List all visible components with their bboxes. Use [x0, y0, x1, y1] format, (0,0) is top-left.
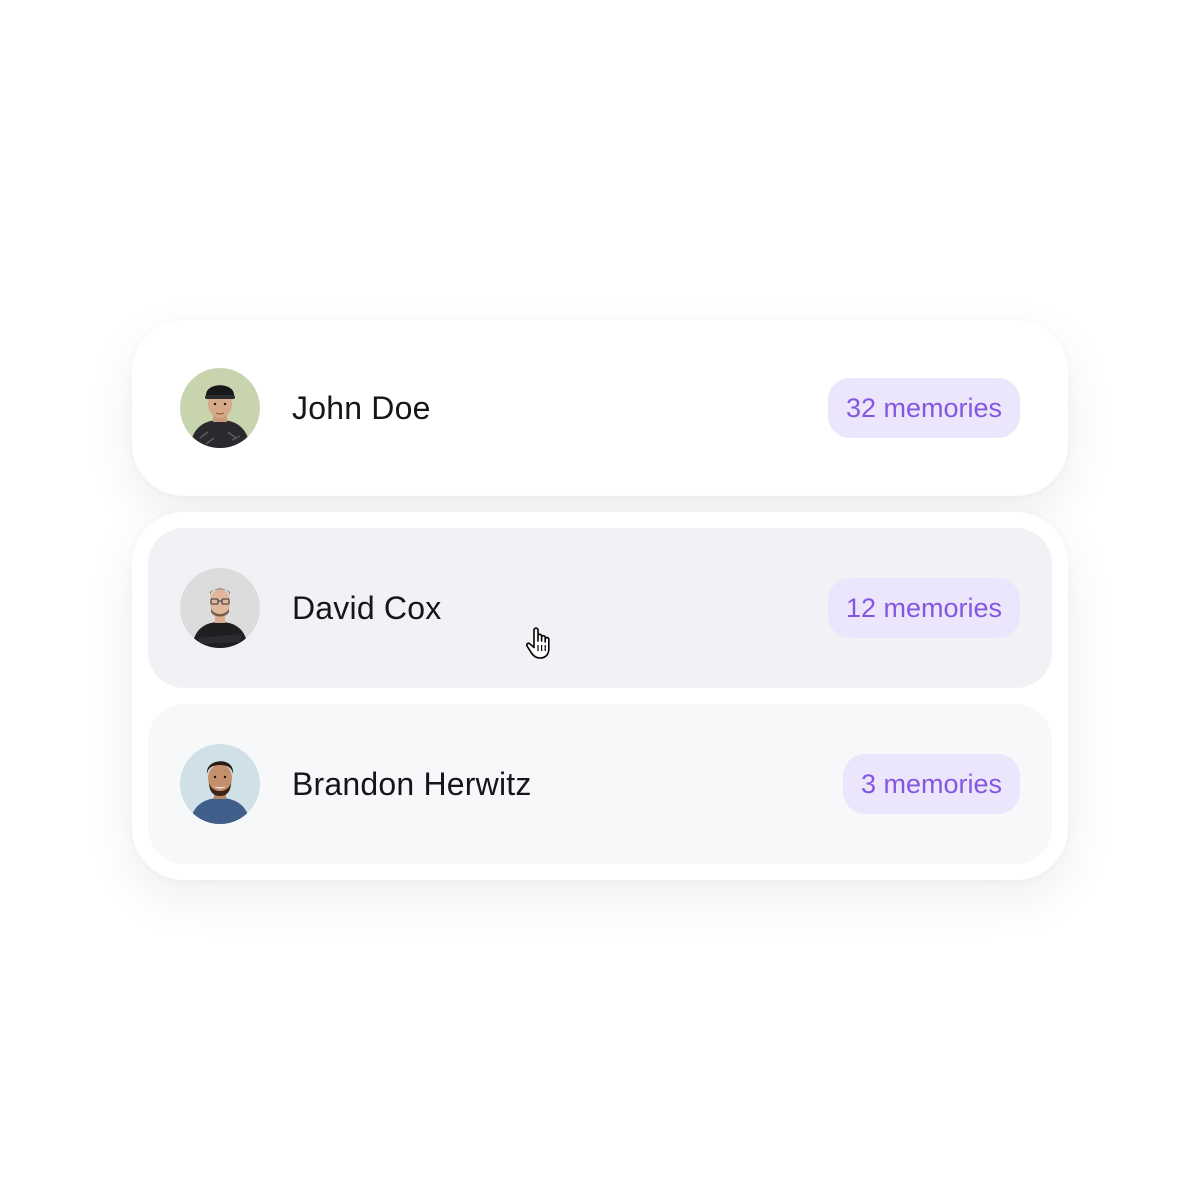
- contact-row-brandon-herwitz[interactable]: Brandon Herwitz 3 memories: [148, 704, 1052, 864]
- contact-name: John Doe: [292, 389, 431, 426]
- avatar: [180, 744, 260, 824]
- hand-pointer-icon: [523, 624, 563, 664]
- contact-row[interactable]: John Doe 32 memories: [180, 368, 1020, 448]
- memories-badge: 32 memories: [827, 378, 1020, 438]
- avatar: [180, 368, 260, 448]
- contact-card-john-doe[interactable]: John Doe 32 memories: [132, 320, 1068, 496]
- contact-name: Brandon Herwitz: [292, 765, 532, 802]
- stage: John Doe 32 memories David Cox 12 memori…: [0, 0, 1200, 1200]
- memories-badge: 12 memories: [827, 578, 1020, 638]
- contact-row-david-cox[interactable]: David Cox 12 memories: [148, 528, 1052, 688]
- avatar: [180, 568, 260, 648]
- contact-list-card: David Cox 12 memories Brandon Herwitz 3: [132, 512, 1068, 880]
- contact-name: David Cox: [292, 589, 442, 626]
- memories-badge: 3 memories: [842, 754, 1020, 814]
